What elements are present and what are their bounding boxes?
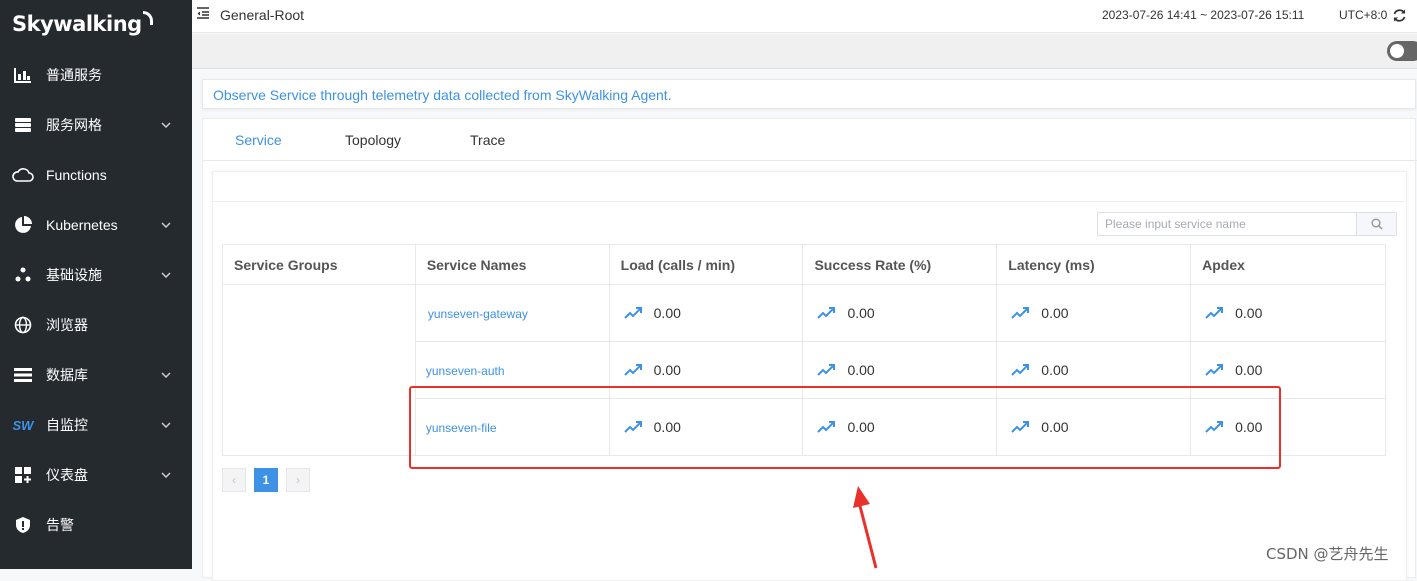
bar-chart-icon [12, 64, 34, 86]
sidebar-item-browser[interactable]: 浏览器 [0, 305, 192, 345]
service-link[interactable]: yunseven-auth [426, 364, 505, 378]
tab-bar: Service Topology Trace [203, 119, 1417, 161]
timezone-label: UTC+8:0 [1339, 8, 1388, 22]
tab-topology[interactable]: Topology [345, 132, 401, 148]
top-bar: General-Root 2023-07-26 14:41 ~ 2023-07-… [192, 0, 1417, 33]
annotation-arrow-icon [853, 486, 878, 569]
table-row: yunseven-gateway 0.00 0.00 0.00 0.00 [222, 284, 1386, 456]
chevron-down-icon [160, 472, 172, 478]
time-range-picker[interactable]: 2023-07-26 14:41 ~ 2023-07-26 15:11 [1102, 8, 1304, 22]
prev-page-button[interactable]: ‹ [222, 468, 246, 492]
column-header-apdex: Apdex [1190, 244, 1386, 285]
tab-trace[interactable]: Trace [470, 132, 505, 148]
sidebar-item-self-monitoring[interactable]: SW 自监控 [0, 405, 192, 445]
service-group-cell [222, 284, 416, 456]
sidebar-item-label: 基础设施 [46, 267, 102, 283]
globe-icon [12, 314, 34, 336]
sidebar-item-label: 服务网格 [46, 117, 102, 133]
sidebar-item-service-mesh[interactable]: 服务网格 [0, 105, 192, 145]
notice-text: Observe Service through telemetry data c… [213, 87, 672, 103]
skywalking-logo[interactable]: Skywalking [12, 11, 153, 36]
column-header-load: Load (calls / min) [608, 244, 804, 285]
search-icon [1371, 218, 1383, 230]
column-header-service-names: Service Names [414, 244, 610, 285]
service-search [1097, 212, 1397, 236]
sidebar-item-alerts[interactable]: 告警 [0, 505, 192, 545]
trend-icon[interactable] [817, 363, 836, 377]
sidebar-item-database[interactable]: 数据库 [0, 355, 192, 395]
nodes-icon [12, 264, 34, 286]
chevron-down-icon [160, 372, 172, 378]
pie-chart-icon [12, 214, 34, 236]
search-button[interactable] [1356, 213, 1396, 235]
logo-text: Skywalking [12, 12, 142, 36]
chevron-down-icon [160, 422, 172, 428]
apdex-cell: 0.00 [1190, 284, 1386, 342]
success-value: 0.00 [847, 305, 875, 321]
table-header-row: Service Groups Service Names Load (calls… [222, 244, 1386, 285]
sidebar-item-label: 数据库 [46, 367, 88, 383]
tab-service[interactable]: Service [235, 132, 282, 148]
trend-icon[interactable] [817, 306, 836, 320]
toolbar [192, 34, 1417, 69]
load-value: 0.00 [653, 362, 681, 378]
sidebar-item-label: 普通服务 [46, 67, 102, 83]
search-input[interactable] [1098, 213, 1356, 235]
sidebar-item-infrastructure[interactable]: 基础设施 [0, 255, 192, 295]
menu-fold-icon[interactable] [196, 6, 210, 20]
next-page-button[interactable]: › [286, 468, 310, 492]
service-name-cell: yunseven-gateway [414, 284, 610, 342]
service-link[interactable]: yunseven-gateway [428, 307, 528, 321]
sidebar-item-functions[interactable]: Functions [0, 155, 192, 195]
info-notice: Observe Service through telemetry data c… [202, 79, 1416, 109]
latency-value: 0.00 [1041, 362, 1069, 378]
toggle-knob [1390, 44, 1404, 58]
page-number-button[interactable]: 1 [254, 468, 278, 492]
trend-icon[interactable] [1011, 363, 1030, 377]
latency-value: 0.00 [1041, 305, 1069, 321]
trend-icon[interactable] [1011, 306, 1030, 320]
chevron-down-icon [160, 272, 172, 278]
sidebar-item-label: Functions [46, 167, 107, 183]
chevron-down-icon [160, 122, 172, 128]
column-header-latency: Latency (ms) [996, 244, 1192, 285]
sidebar-item-label: Kubernetes [46, 217, 118, 233]
pagination: ‹ 1 › [222, 468, 310, 492]
sidebar-item-label: 自监控 [46, 417, 88, 433]
chevron-down-icon [160, 222, 172, 228]
logo-swirl-icon [142, 11, 153, 25]
success-cell: 0.00 [802, 284, 998, 342]
sidebar-item-dashboard[interactable]: 仪表盘 [0, 455, 192, 495]
sidebar-item-general-service[interactable]: 普通服务 [0, 55, 192, 95]
reload-icon[interactable] [1392, 8, 1407, 23]
trend-icon[interactable] [623, 306, 642, 320]
view-mode-toggle[interactable] [1387, 41, 1417, 61]
watermark: CSDN @艺舟先生 [1266, 545, 1389, 563]
column-header-service-groups: Service Groups [222, 244, 416, 285]
dashboard-grid-icon [12, 464, 34, 486]
apdex-value: 0.00 [1235, 305, 1263, 321]
sidebar-item-label: 告警 [46, 517, 74, 533]
sw-logo-icon: SW [12, 417, 34, 433]
column-header-success-rate: Success Rate (%) [802, 244, 998, 285]
card-header [213, 172, 1406, 202]
sidebar-item-kubernetes[interactable]: Kubernetes [0, 205, 192, 245]
apdex-value: 0.00 [1235, 362, 1263, 378]
trend-icon[interactable] [1205, 363, 1224, 377]
database-list-icon [12, 364, 34, 386]
cloud-icon [12, 164, 34, 186]
trend-icon[interactable] [1205, 306, 1224, 320]
alert-shield-icon [12, 514, 34, 536]
load-cell: 0.00 [608, 284, 804, 342]
annotation-highlight-box [409, 386, 1281, 469]
server-stack-icon [12, 114, 34, 136]
sidebar: Skywalking 普通服务 服务网格 Functions Kubernete… [0, 0, 192, 569]
trend-icon[interactable] [623, 363, 642, 377]
latency-cell: 0.00 [996, 284, 1192, 342]
page-title: General-Root [220, 7, 305, 23]
success-value: 0.00 [847, 362, 875, 378]
load-value: 0.00 [653, 305, 681, 321]
sidebar-item-label: 浏览器 [46, 317, 88, 333]
sidebar-item-label: 仪表盘 [46, 467, 88, 483]
